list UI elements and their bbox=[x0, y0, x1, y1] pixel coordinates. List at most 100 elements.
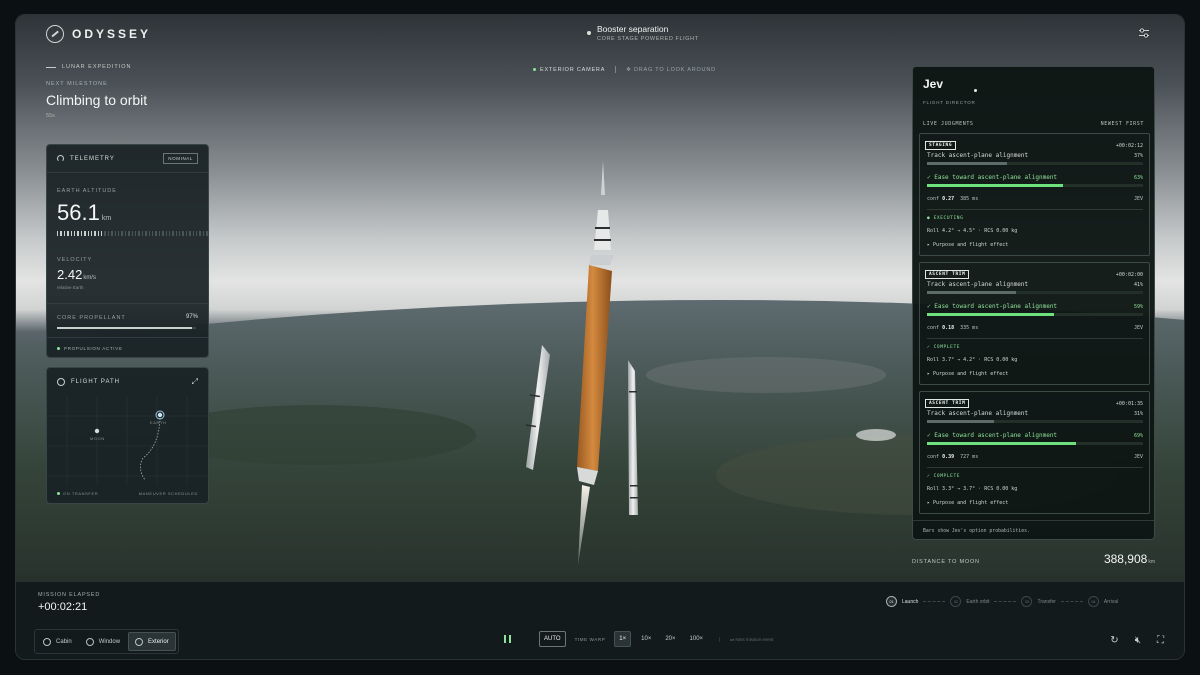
telemetry-title: TELEMETRY bbox=[70, 155, 115, 162]
camera-label: EXTERIOR CAMERA bbox=[533, 67, 605, 73]
orbit-logo-icon bbox=[46, 25, 64, 43]
window-icon bbox=[85, 637, 94, 646]
bar-fill bbox=[927, 420, 994, 423]
altitude-tick bbox=[148, 231, 150, 236]
altitude-tick bbox=[182, 231, 184, 236]
flight-path-panel: FLIGHT PATH ⤢ MOON EARTH ON TRANSFER MAN… bbox=[46, 367, 210, 504]
phase-number: 02 bbox=[950, 596, 962, 607]
gauge-icon bbox=[57, 155, 64, 162]
bar-fill bbox=[927, 184, 1064, 187]
option-track-bar bbox=[927, 162, 1143, 165]
phase-step[interactable]: 03 Transfer bbox=[1021, 596, 1056, 607]
velocity-unit: km/s bbox=[83, 275, 96, 281]
altitude-tick bbox=[97, 231, 100, 236]
distance-readout: 388,908km bbox=[1104, 552, 1155, 566]
telemetry-header: TELEMETRY NOMINAL bbox=[47, 145, 208, 173]
phase-step[interactable]: 01 Launch bbox=[886, 596, 918, 607]
speed-1x-button[interactable]: 1× bbox=[614, 631, 632, 647]
purpose-toggle[interactable]: ▸ Purpose and flight effect bbox=[927, 371, 1008, 377]
option-track-prob: 31% bbox=[1133, 411, 1143, 417]
judgment-card[interactable]: ASCENT TRIM +00:01:35 Track ascent-plane a… bbox=[919, 391, 1150, 514]
altitude-tick bbox=[179, 231, 181, 236]
purpose-toggle[interactable]: ▸ Purpose and flight effect bbox=[927, 242, 1008, 248]
altitude-tick bbox=[155, 231, 157, 236]
mute-icon[interactable]: 🔇︎ bbox=[1135, 635, 1141, 646]
speed-100x-button[interactable]: 100× bbox=[686, 632, 708, 646]
divider bbox=[927, 338, 1143, 339]
fullscreen-icon[interactable]: ⛶ bbox=[1157, 635, 1164, 646]
altitude-tick bbox=[57, 231, 59, 236]
altitude-tick bbox=[158, 231, 161, 236]
altitude-tick bbox=[189, 231, 191, 236]
altitude-tick bbox=[134, 231, 137, 236]
phase-step[interactable]: 04 Arrival bbox=[1087, 596, 1118, 607]
app-logo[interactable]: ODYSSEY bbox=[46, 25, 151, 43]
altitude-tick bbox=[70, 231, 72, 236]
altitude-gauge bbox=[57, 231, 208, 236]
phase-number: 04 bbox=[1087, 596, 1099, 607]
option-track: Track ascent-plane alignment bbox=[927, 152, 1029, 159]
roll-command: Roll 4.2° → 4.5° · RCS 0.00 kg bbox=[927, 228, 1018, 234]
purpose-toggle[interactable]: ▸ Purpose and flight effect bbox=[927, 500, 1008, 506]
divider bbox=[46, 66, 56, 68]
option-ease-prob: 69% bbox=[1133, 433, 1143, 439]
option-track-bar bbox=[927, 420, 1143, 423]
altitude-tick bbox=[196, 231, 198, 236]
moon-label: MOON bbox=[90, 436, 105, 441]
altitude-tick bbox=[63, 231, 66, 236]
judgment-state: ✓ COMPLETE bbox=[927, 474, 961, 479]
next-event-button[interactable]: ⏭ Next mission event bbox=[719, 636, 773, 642]
option-ease-bar bbox=[927, 184, 1143, 187]
phase-connector bbox=[923, 601, 946, 602]
option-track: Track ascent-plane alignment bbox=[927, 410, 1029, 417]
camera-indicator: EXTERIOR CAMERA ✥ DRAG TO LOOK AROUND bbox=[533, 66, 716, 73]
option-track-bar bbox=[927, 291, 1143, 294]
altitude-tick bbox=[172, 231, 174, 236]
milestone-eta: 55s bbox=[46, 113, 55, 119]
bar-fill bbox=[927, 162, 1007, 165]
auto-button[interactable]: AUTO bbox=[539, 631, 566, 647]
altitude-tick bbox=[124, 231, 127, 236]
mission-phases: 01 Launch 02 Earth orbit 03 Transfer 04 Arrival bbox=[886, 596, 1118, 607]
window-controls: ↻ 🔇︎ ⛶ bbox=[1110, 635, 1164, 646]
altitude-tick bbox=[87, 231, 89, 236]
judgment-time: +00:02:12 bbox=[1115, 143, 1143, 149]
propellant-label: CORE PROPELLANT bbox=[57, 315, 126, 321]
speed-10x-button[interactable]: 10× bbox=[637, 632, 655, 646]
view-cabin-button[interactable]: Cabin bbox=[37, 632, 78, 651]
altitude-tick bbox=[67, 231, 69, 236]
speed-20x-button[interactable]: 20× bbox=[661, 632, 679, 646]
velocity-value: 2.42 bbox=[57, 267, 83, 282]
restart-icon[interactable]: ↻ bbox=[1110, 635, 1118, 646]
judgment-card[interactable]: ASCENT TRIM +00:02:00 Track ascent-plane a… bbox=[919, 262, 1150, 385]
altitude-tick bbox=[77, 231, 79, 236]
distance-unit: km bbox=[1148, 559, 1155, 565]
judgment-card[interactable]: STAGING +00:02:12 Track ascent-plane align… bbox=[919, 133, 1150, 256]
view-exterior-button[interactable]: Exterior bbox=[128, 632, 176, 651]
phase-connector bbox=[1060, 601, 1083, 602]
judgment-footnote: Bars show Jev's option probabilities. bbox=[923, 529, 1030, 534]
cabin-icon bbox=[43, 637, 51, 646]
propellant-bar bbox=[57, 327, 196, 329]
divider bbox=[615, 66, 617, 73]
judgment-state: ✓ COMPLETE bbox=[927, 345, 961, 350]
expand-icon[interactable]: ⤢ bbox=[192, 377, 198, 387]
altitude-tick bbox=[165, 231, 167, 236]
option-ease-bar bbox=[927, 313, 1143, 316]
distance-label: DISTANCE TO MOON bbox=[912, 559, 980, 565]
pause-icon[interactable] bbox=[504, 635, 511, 643]
distance-value: 388,908 bbox=[1103, 552, 1148, 566]
camera-view-switcher: Cabin Window Exterior bbox=[34, 629, 179, 654]
view-window-button[interactable]: Window bbox=[80, 632, 126, 651]
divider bbox=[913, 520, 1154, 521]
phase-connector bbox=[994, 601, 1017, 602]
option-ease: ✓ Ease toward ascent-plane alignment bbox=[927, 174, 1058, 181]
earth-label: EARTH bbox=[150, 420, 167, 425]
sort-order[interactable]: NEWEST FIRST bbox=[1101, 121, 1144, 127]
event-title: Booster separation bbox=[597, 24, 669, 34]
phase-step[interactable]: 02 Earth orbit bbox=[950, 596, 989, 607]
altitude-tick bbox=[101, 231, 103, 236]
telemetry-panel: TELEMETRY NOMINAL EARTH ALTITUDE 56.1 km … bbox=[46, 144, 209, 358]
trajectory-map bbox=[47, 396, 210, 486]
sliders-icon[interactable] bbox=[1138, 27, 1150, 39]
